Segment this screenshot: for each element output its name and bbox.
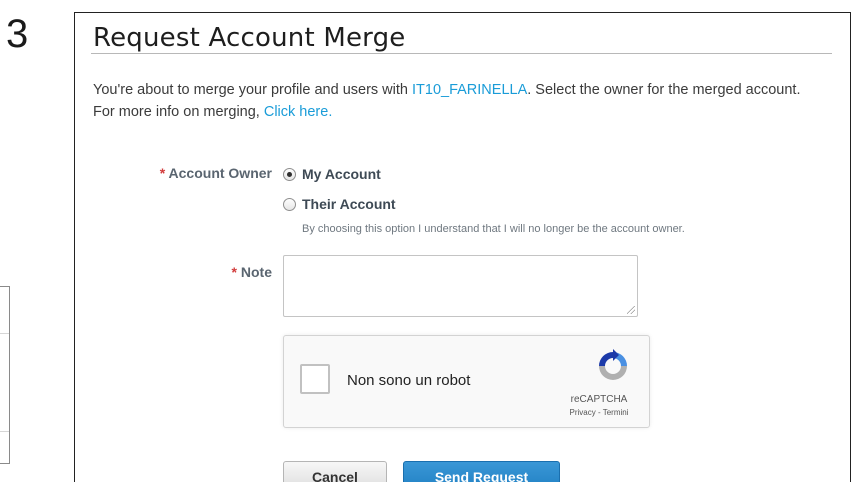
recaptcha-logo-icon bbox=[599, 349, 627, 380]
terms-link[interactable]: Termini bbox=[603, 408, 629, 417]
radio-label-their-account: Their Account bbox=[302, 196, 396, 212]
recaptcha-brand: reCAPTCHA bbox=[570, 394, 628, 405]
required-marker: * bbox=[231, 264, 237, 280]
intro-prefix: You're about to merge your profile and u… bbox=[93, 82, 412, 98]
recaptcha-checkbox[interactable] bbox=[300, 364, 330, 394]
resize-handle-icon[interactable] bbox=[627, 306, 635, 314]
divider bbox=[0, 333, 9, 334]
recaptcha-label: Non sono un robot bbox=[347, 372, 471, 389]
step-number: 3 bbox=[6, 12, 29, 56]
divider bbox=[0, 431, 9, 432]
radio-my-account[interactable]: My Account bbox=[283, 166, 381, 182]
cancel-button[interactable]: Cancel bbox=[283, 461, 387, 482]
recaptcha-widget: Non sono un robot reCAPTCHA Privacy - Te… bbox=[283, 335, 650, 428]
background-window-fragment bbox=[0, 286, 10, 464]
link-separator: - bbox=[595, 408, 603, 417]
account-owner-label: * Account Owner bbox=[115, 165, 272, 181]
merge-dialog: Request Account Merge You're about to me… bbox=[74, 12, 851, 482]
radio-button-checked[interactable] bbox=[283, 167, 296, 181]
owner-hint: By choosing this option I understand tha… bbox=[302, 223, 685, 235]
radio-label-my-account: My Account bbox=[302, 166, 381, 182]
note-textarea[interactable] bbox=[283, 255, 638, 317]
account-link[interactable]: IT10_FARINELLA bbox=[412, 82, 527, 98]
send-request-button[interactable]: Send Request bbox=[403, 461, 560, 482]
radio-button[interactable] bbox=[283, 197, 296, 211]
title-divider bbox=[91, 53, 832, 54]
note-label-text: Note bbox=[240, 264, 272, 280]
privacy-link[interactable]: Privacy bbox=[570, 408, 596, 417]
recaptcha-links: Privacy - Termini bbox=[559, 408, 639, 417]
dialog-title: Request Account Merge bbox=[93, 23, 406, 53]
account-owner-label-text: Account Owner bbox=[168, 165, 272, 181]
required-marker: * bbox=[159, 165, 166, 181]
help-link[interactable]: Click here. bbox=[264, 104, 333, 120]
note-label: * Note bbox=[175, 264, 272, 280]
radio-their-account[interactable]: Their Account bbox=[283, 196, 396, 212]
intro-text: You're about to merge your profile and u… bbox=[93, 79, 813, 123]
